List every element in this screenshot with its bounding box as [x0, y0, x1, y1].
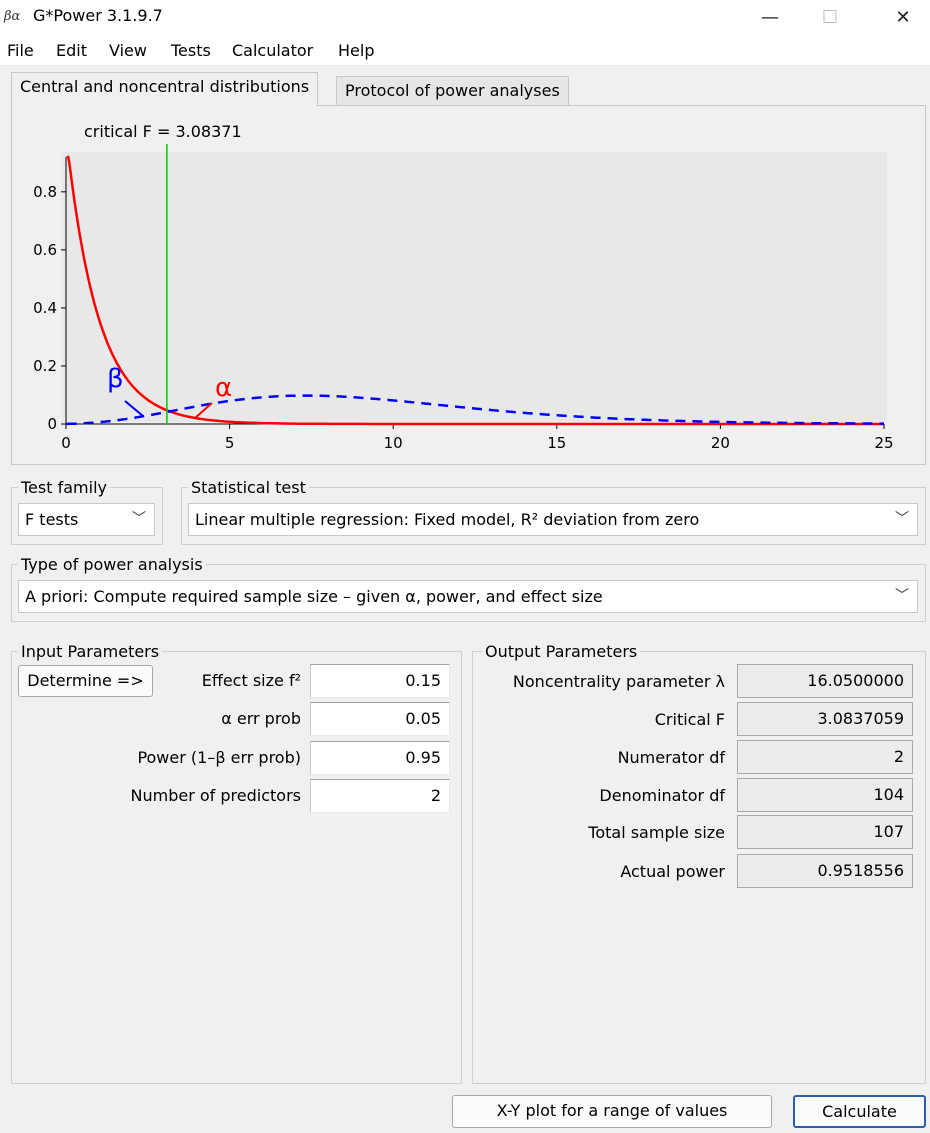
- critical-f-output: 3.0837059: [737, 702, 913, 736]
- numerator-df-label: Numerator df: [617, 748, 725, 767]
- x-tick-label: 25: [874, 434, 893, 452]
- numerator-df-output: 2: [737, 740, 913, 774]
- chevron-down-icon: ﹀: [895, 511, 909, 527]
- statistical-test-value: Linear multiple regression: Fixed model,…: [195, 510, 700, 529]
- menu-calculator[interactable]: Calculator: [232, 41, 313, 60]
- alpha-err-label: α err prob: [221, 709, 301, 728]
- critical-f-output-label: Critical F: [654, 710, 725, 729]
- test-family-title: Test family: [18, 478, 110, 497]
- denominator-df-label: Denominator df: [599, 786, 725, 805]
- noncentrality-output: 16.0500000: [737, 664, 913, 698]
- x-tick-label: 5: [225, 434, 235, 452]
- x-tick-label: 10: [384, 434, 403, 452]
- menu-file[interactable]: File: [7, 41, 34, 60]
- power-analysis-title: Type of power analysis: [18, 555, 206, 574]
- input-parameters-title: Input Parameters: [18, 642, 163, 661]
- x-tick-label: 0: [61, 434, 71, 452]
- y-tick-label: 0: [47, 415, 57, 433]
- minimize-button[interactable]: —: [740, 0, 800, 34]
- beta-label: β: [107, 364, 124, 394]
- window-title: G*Power 3.1.9.7: [33, 6, 163, 25]
- noncentrality-label: Noncentrality parameter λ: [512, 672, 725, 691]
- statistical-test-title: Statistical test: [188, 478, 309, 497]
- power-input[interactable]: 0.95: [310, 741, 450, 775]
- actual-power-label: Actual power: [620, 862, 725, 881]
- denominator-df-output: 104: [737, 778, 913, 812]
- power-label: Power (1–β err prob): [137, 748, 301, 767]
- x-tick-label: 15: [547, 434, 566, 452]
- effect-size-label: Effect size f²: [201, 671, 301, 690]
- xy-plot-button[interactable]: X-Y plot for a range of values: [452, 1095, 772, 1128]
- tab-protocol[interactable]: Protocol of power analyses: [336, 76, 569, 106]
- total-sample-size-label: Total sample size: [588, 823, 725, 842]
- y-tick-label: 0.2: [33, 357, 57, 375]
- test-family-select[interactable]: F tests ﹀: [18, 503, 155, 536]
- menu-help[interactable]: Help: [338, 41, 374, 60]
- effect-size-input[interactable]: 0.15: [310, 664, 450, 698]
- menu-bar: File Edit View Tests Calculator Help: [0, 34, 930, 66]
- test-family-value: F tests: [25, 510, 79, 529]
- predictors-label: Number of predictors: [130, 786, 301, 805]
- y-tick-label: 0.8: [33, 183, 57, 201]
- power-analysis-select[interactable]: A priori: Compute required sample size –…: [18, 580, 918, 613]
- menu-edit[interactable]: Edit: [56, 41, 87, 60]
- predictors-input[interactable]: 2: [310, 779, 450, 813]
- determine-button[interactable]: Determine =>: [18, 665, 153, 697]
- close-button[interactable]: ✕: [873, 0, 930, 34]
- tab-distributions[interactable]: Central and noncentral distributions: [11, 72, 319, 106]
- critical-f-label: critical F = 3.08371: [84, 122, 242, 141]
- app-icon: βα: [4, 9, 21, 24]
- menu-tests[interactable]: Tests: [171, 41, 211, 60]
- distribution-plot: 0 0.2 0.4 0.6 0.8 0 5 10 15 20 25 critical F = 3.…: [33, 122, 893, 452]
- statistical-test-select[interactable]: Linear multiple regression: Fixed model,…: [188, 503, 918, 536]
- alpha-err-input[interactable]: 0.05: [310, 702, 450, 736]
- calculate-button[interactable]: Calculate: [793, 1095, 926, 1128]
- y-tick-label: 0.4: [33, 299, 57, 317]
- total-sample-size-output: 107: [737, 815, 913, 849]
- y-tick-label: 0.6: [33, 241, 57, 259]
- chevron-down-icon: ﹀: [895, 588, 909, 604]
- actual-power-output: 0.9518556: [737, 854, 913, 888]
- output-parameters-title: Output Parameters: [482, 642, 641, 661]
- chevron-down-icon: ﹀: [132, 511, 146, 527]
- alpha-label: α: [215, 373, 232, 403]
- x-tick-label: 20: [711, 434, 730, 452]
- plot-area: [62, 152, 887, 422]
- maximize-button[interactable]: ☐: [800, 0, 860, 34]
- power-analysis-value: A priori: Compute required sample size –…: [25, 587, 603, 606]
- menu-view[interactable]: View: [109, 41, 147, 60]
